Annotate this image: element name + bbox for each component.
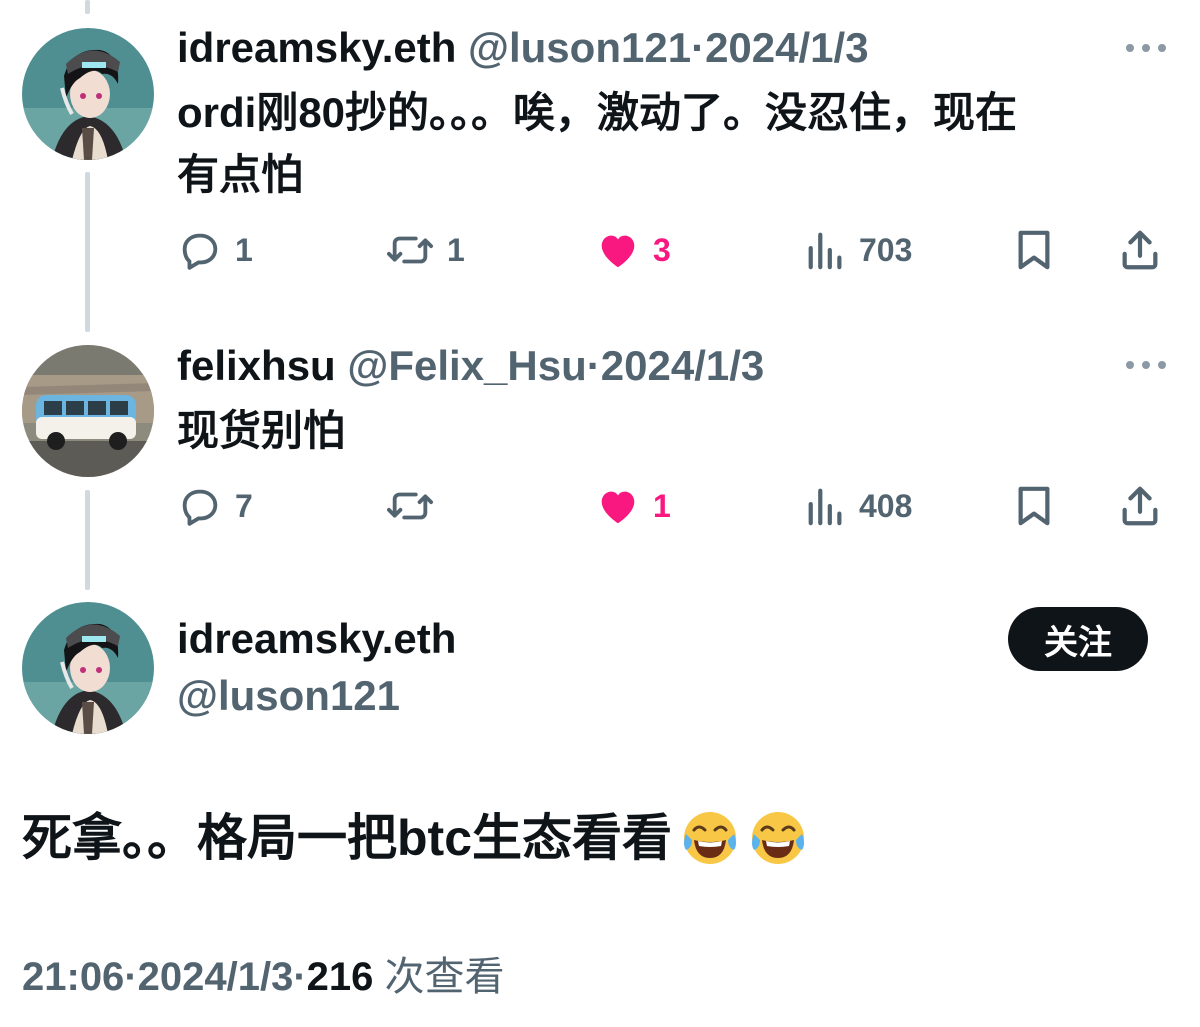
- separator-dot: ·: [691, 24, 706, 71]
- tweet-text-line: 有点怕: [177, 151, 304, 198]
- thread-line-1: [85, 172, 90, 332]
- author-handle[interactable]: @luson121: [468, 24, 691, 71]
- author-name[interactable]: idreamsky.eth: [177, 613, 456, 665]
- separator-dot: ·: [586, 342, 601, 389]
- follow-button[interactable]: 关注: [1008, 607, 1148, 671]
- share-button[interactable]: [1117, 224, 1163, 276]
- reply-button[interactable]: 7: [177, 480, 253, 532]
- reply-icon: [177, 483, 223, 529]
- author-name[interactable]: felixhsu: [177, 342, 336, 389]
- reply-count: 1: [235, 231, 253, 268]
- repost-count: 1: [447, 231, 465, 268]
- like-count: 1: [653, 487, 671, 524]
- heart-icon: [595, 227, 641, 273]
- action-bar: 7 1 408: [177, 480, 1167, 532]
- tweet-header: felixhsu @Felix_Hsu·2024/1/3: [177, 340, 764, 392]
- avatar[interactable]: [22, 602, 154, 734]
- repost-icon: [385, 227, 435, 273]
- bookmark-icon: [1013, 483, 1055, 529]
- like-count: 3: [653, 231, 671, 268]
- views-icon: [805, 483, 847, 529]
- tweet-time[interactable]: 21:06: [22, 955, 124, 999]
- action-bar: 1 1 3 703: [177, 224, 1167, 276]
- avatar[interactable]: [22, 28, 154, 160]
- views-count: 408: [859, 487, 913, 524]
- tweet-header: idreamsky.eth @luson121·2024/1/3: [177, 22, 869, 74]
- thread-line-top: [85, 0, 90, 14]
- views-count: 703: [859, 231, 913, 268]
- share-icon: [1117, 483, 1163, 529]
- views-button[interactable]: 408: [805, 480, 912, 532]
- repost-button[interactable]: 1: [385, 224, 465, 276]
- tweet-date[interactable]: 2024/1/3: [705, 24, 869, 71]
- author-name[interactable]: idreamsky.eth: [177, 24, 456, 71]
- heart-icon: [595, 483, 641, 529]
- views-icon: [805, 227, 847, 273]
- reply-icon: [177, 227, 223, 273]
- share-button[interactable]: [1117, 480, 1163, 532]
- reply-count: 7: [235, 487, 253, 524]
- tweet-date[interactable]: 2024/1/3: [138, 955, 294, 999]
- thread-line-2: [85, 490, 90, 590]
- tweet-meta: 21:06·2024/1/3·216 次查看: [22, 950, 505, 1004]
- bookmark-button[interactable]: [1013, 224, 1055, 276]
- avatar[interactable]: [22, 345, 154, 477]
- main-tweet-text: 死拿。。格局一把btc生态看看: [22, 803, 808, 873]
- separator-dot: ·: [124, 955, 138, 999]
- tweet-text-line: ordi刚80抄的。。。唉，激动了。没忍住，现在: [177, 89, 1018, 136]
- views-count: 216: [306, 955, 374, 999]
- like-button[interactable]: 1: [595, 480, 671, 532]
- tweet-text-line: 现货别怕: [177, 407, 346, 454]
- face-with-tears-of-joy-icon: [680, 808, 740, 868]
- views-button[interactable]: 703: [805, 224, 912, 276]
- like-button[interactable]: 3: [595, 224, 671, 276]
- author-handle[interactable]: @luson121: [177, 670, 400, 722]
- main-tweet-text-content: 死拿。。格局一把btc生态看看: [22, 810, 672, 866]
- more-icon[interactable]: [1126, 40, 1166, 56]
- repost-button[interactable]: [385, 480, 447, 532]
- tweet-text: ordi刚80抄的。。。唉，激动了。没忍住，现在 有点怕: [177, 82, 1157, 206]
- bookmark-button[interactable]: [1013, 480, 1055, 532]
- separator-dot: ·: [293, 955, 307, 999]
- reply-button[interactable]: 1: [177, 224, 253, 276]
- bookmark-icon: [1013, 227, 1055, 273]
- more-icon[interactable]: [1126, 357, 1166, 373]
- views-label: 次查看: [384, 955, 505, 999]
- repost-icon: [385, 483, 435, 529]
- face-with-tears-of-joy-icon: [748, 808, 808, 868]
- tweet-date[interactable]: 2024/1/3: [601, 342, 765, 389]
- tweet-text: 现货别怕: [177, 400, 1157, 462]
- share-icon: [1117, 227, 1163, 273]
- author-handle[interactable]: @Felix_Hsu: [347, 342, 586, 389]
